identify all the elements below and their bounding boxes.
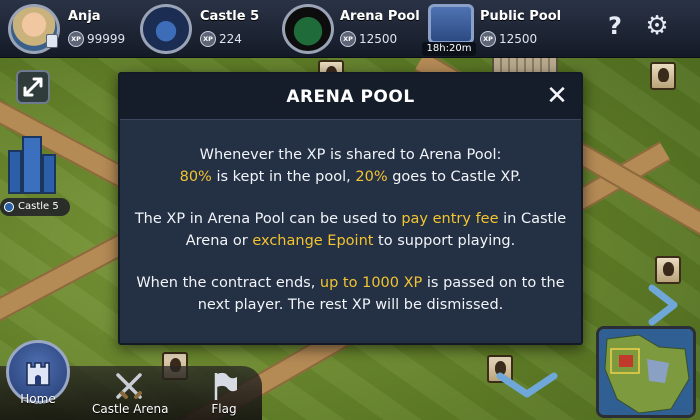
p2-text-c: to support playing. (373, 233, 516, 249)
castle-name: Castle 5 (200, 9, 260, 24)
flag-icon (214, 372, 237, 400)
dialog-header: ARENA POOL ✕ (120, 74, 581, 120)
user-xp: XP 99999 (68, 31, 125, 47)
arena-pool-xp-value: 12500 (359, 32, 398, 46)
arena-pool-name: Arena Pool (340, 9, 420, 24)
castle-arena-button[interactable]: Castle Arena (92, 372, 169, 418)
map-castle-name: Castle 5 (18, 201, 59, 212)
dialog-paragraph-2: The XP in Arena Pool can be used to pay … (134, 208, 567, 252)
flag-button[interactable]: Flag (196, 372, 252, 418)
arena-pool-dialog: ARENA POOL ✕ Whenever the XP is shared t… (118, 72, 583, 345)
pool-icon[interactable] (282, 4, 334, 54)
dialog-title: ARENA POOL (286, 87, 415, 107)
dialog-paragraph-1: Whenever the XP is shared to Arena Pool:… (134, 144, 567, 188)
user-profile[interactable]: Anja XP 99999 (0, 0, 138, 58)
safe-icon[interactable] (428, 4, 474, 44)
p1-text-b: is kept in the pool, (211, 169, 356, 185)
close-icon[interactable]: ✕ (543, 82, 571, 110)
xp-icon: XP (340, 31, 356, 47)
p1-text-a: Whenever the XP is shared to Arena Pool: (199, 147, 502, 163)
top-bar: Anja XP 99999 Castle 5 XP 224 Arena Pool… (0, 0, 700, 58)
crossed-swords-icon (116, 373, 142, 399)
edit-icon[interactable] (46, 34, 58, 48)
castle-xp: XP 224 (200, 31, 242, 47)
home-label: Home (20, 392, 56, 406)
public-pool-timer: 18h:20m (422, 42, 476, 56)
chevron-down-icon (496, 372, 558, 398)
map-castle-label[interactable]: Castle 5 (0, 198, 70, 216)
p2-highlight-2: exchange Epoint (252, 233, 374, 249)
p1-highlight-1: 80% (179, 169, 212, 185)
user-xp-value: 99999 (87, 32, 126, 46)
arena-pool-slot[interactable]: Arena Pool XP 12500 (282, 0, 422, 58)
p2-highlight-1: pay entry fee (401, 211, 499, 227)
p3-highlight-1: up to 1000 XP (319, 275, 423, 291)
map-castle-icon[interactable] (4, 132, 60, 194)
p3-text-a: When the contract ends, (136, 275, 320, 291)
xp-icon: XP (68, 31, 84, 47)
castle-xp-value: 224 (219, 32, 242, 46)
home-button[interactable]: Home (6, 340, 70, 416)
arena-pool-xp: XP 12500 (340, 31, 397, 47)
dialog-paragraph-3: When the contract ends, up to 1000 XP is… (134, 272, 567, 316)
castle-arena-label: Castle Arena (92, 402, 169, 416)
castle-dot-icon (4, 202, 14, 212)
dialog-body: Whenever the XP is shared to Arena Pool:… (134, 144, 567, 336)
castle-icon[interactable] (140, 4, 192, 54)
p1-text-c: goes to Castle XP. (387, 169, 522, 185)
xp-icon: XP (200, 31, 216, 47)
p2-text-a: The XP in Arena Pool can be used to (134, 211, 402, 227)
help-icon[interactable]: ? (602, 12, 628, 42)
public-pool-xp: XP 12500 (480, 31, 537, 47)
player-marker[interactable] (650, 62, 676, 90)
xp-icon: XP (480, 31, 496, 47)
minimap-terrain (599, 329, 693, 415)
p1-highlight-2: 20% (355, 169, 388, 185)
player-marker[interactable] (655, 256, 681, 284)
castle-slot[interactable]: Castle 5 XP 224 (140, 0, 280, 58)
gear-icon[interactable]: ⚙ (641, 10, 673, 42)
scroll-down-button[interactable] (494, 370, 560, 400)
user-name: Anja (68, 9, 101, 24)
public-pool-name: Public Pool (480, 9, 562, 24)
expand-icon (23, 77, 43, 97)
minimap[interactable] (596, 326, 696, 418)
chevron-right-icon (648, 284, 678, 326)
flag-label: Flag (211, 402, 237, 416)
expand-button[interactable] (16, 70, 50, 104)
scroll-right-button[interactable] (640, 282, 686, 328)
public-pool-xp-value: 12500 (499, 32, 538, 46)
